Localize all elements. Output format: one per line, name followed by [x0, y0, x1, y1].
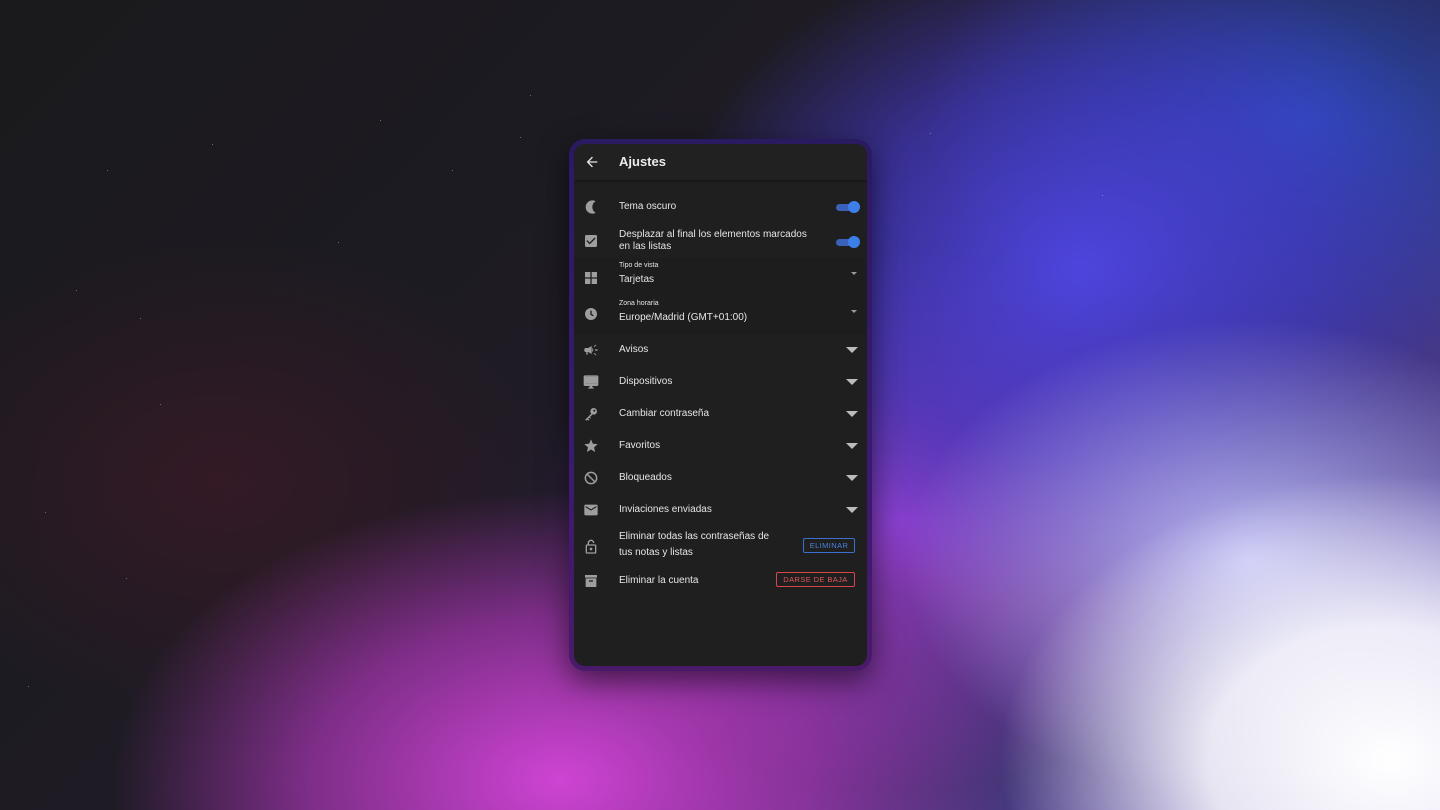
section-label: Cambiar contraseña: [619, 408, 710, 419]
section-label: Dispositivos: [619, 376, 673, 387]
move-checked-label-line2: en las listas: [619, 241, 672, 252]
chevron-down-icon: [846, 379, 858, 385]
remove-passwords-label-line1: Eliminar todas las contraseñas de: [619, 531, 770, 542]
section-cambiar-contrasena[interactable]: Cambiar contraseña: [574, 400, 867, 428]
megaphone-icon: [584, 344, 598, 356]
setting-move-checked: Desplazar al final los elementos marcado…: [574, 226, 867, 258]
dark-theme-label: Tema oscuro: [619, 201, 677, 212]
settings-screen: Ajustes Tema oscuro Desplazar al final l…: [574, 144, 867, 666]
section-invitaciones[interactable]: Inviaciones enviadas: [574, 496, 867, 524]
arrow-left-icon[interactable]: [584, 154, 600, 170]
view-type-dropdown-icon[interactable]: [851, 272, 857, 275]
section-favoritos[interactable]: Favoritos: [574, 432, 867, 460]
view-type-value: Tarjetas: [619, 274, 655, 285]
grid-icon: [585, 272, 597, 284]
section-bloqueados[interactable]: Bloqueados: [574, 464, 867, 492]
delete-account-button[interactable]: DARSE DE BAJA: [776, 572, 855, 587]
dark-theme-toggle[interactable]: [836, 201, 860, 213]
setting-remove-passwords: Eliminar todas las contraseñas de tus no…: [574, 528, 867, 564]
section-avisos[interactable]: Avisos: [574, 336, 867, 364]
section-label: Inviaciones enviadas: [619, 504, 712, 515]
unlock-icon: [585, 539, 597, 554]
page-title: Ajustes: [619, 154, 666, 169]
view-type-caption: Tipo de vista: [619, 262, 659, 269]
timezone-value: Europe/Madrid (GMT+01:00): [619, 312, 748, 323]
key-icon: [585, 408, 597, 421]
checkbox-icon: [585, 235, 597, 247]
remove-passwords-button[interactable]: ELIMINAR: [803, 538, 855, 553]
section-dispositivos[interactable]: Dispositivos: [574, 368, 867, 396]
timezone-caption: Zona horaria: [619, 300, 659, 307]
monitor-icon: [583, 375, 599, 389]
delete-account-label: Eliminar la cuenta: [619, 575, 699, 586]
mail-icon: [584, 504, 598, 516]
remove-passwords-label-line2: tus notas y listas: [619, 547, 693, 558]
move-checked-toggle[interactable]: [836, 236, 860, 248]
clock-icon: [585, 308, 597, 320]
toggle-knob: [848, 236, 860, 248]
select-settings-panel: Tipo de vista Tarjetas Zona horaria Euro…: [574, 258, 867, 334]
timezone-dropdown-icon[interactable]: [851, 310, 857, 313]
chevron-down-icon: [846, 347, 858, 353]
phone-frame: Ajustes Tema oscuro Desplazar al final l…: [569, 139, 872, 671]
setting-view-type[interactable]: Tipo de vista Tarjetas: [574, 258, 867, 296]
section-label: Bloqueados: [619, 472, 672, 483]
setting-delete-account: Eliminar la cuenta DARSE DE BAJA: [574, 568, 867, 596]
chevron-down-icon: [846, 475, 858, 481]
moon-icon: [585, 200, 596, 214]
star-icon: [584, 439, 598, 452]
section-label: Favoritos: [619, 440, 661, 451]
chevron-down-icon: [846, 443, 858, 449]
setting-timezone[interactable]: Zona horaria Europe/Madrid (GMT+01:00): [574, 296, 867, 334]
chevron-down-icon: [846, 507, 858, 513]
block-icon: [584, 471, 598, 485]
archive-icon: [585, 575, 597, 587]
chevron-down-icon: [846, 411, 858, 417]
toggle-knob: [848, 201, 860, 213]
move-checked-label-line1: Desplazar al final los elementos marcado…: [619, 229, 807, 240]
top-app-bar: Ajustes: [574, 144, 867, 180]
section-label: Avisos: [619, 344, 649, 355]
